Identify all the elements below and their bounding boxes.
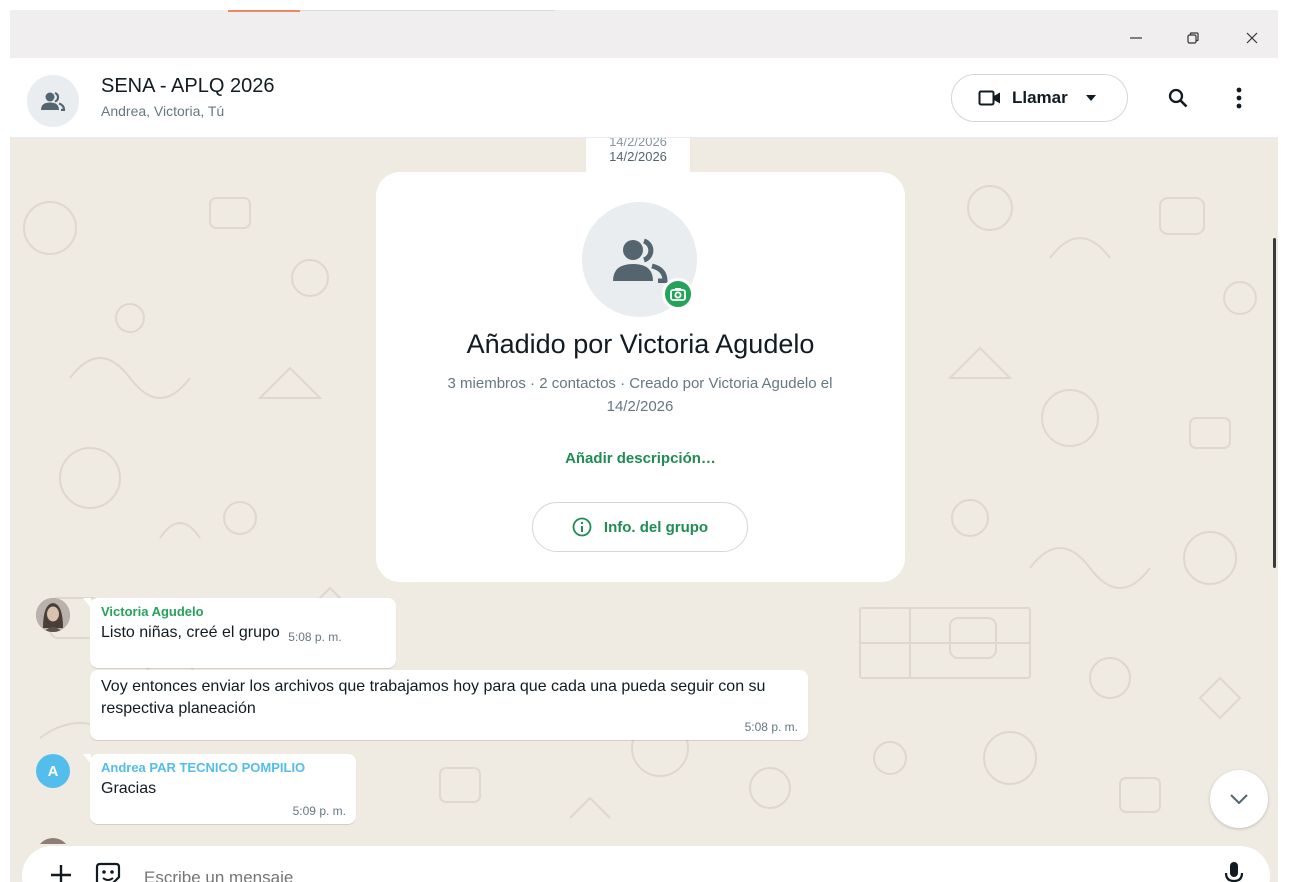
message-sender[interactable]: Victoria Agudelo (101, 604, 386, 619)
tab-strip-line (300, 10, 555, 11)
more-vert-icon (1236, 87, 1242, 109)
change-photo-button[interactable] (662, 278, 694, 310)
group-info-card: Añadido por Victoria Agudelo 3 miembros … (376, 172, 905, 582)
search-icon (1168, 88, 1188, 108)
message-bubble[interactable]: Victoria Agudelo Listo niñas, creé el gr… (83, 598, 396, 668)
add-description-link[interactable]: Añadir descripción… (376, 450, 905, 467)
group-avatar[interactable] (27, 75, 79, 127)
scrollbar[interactable] (1273, 238, 1276, 568)
search-button[interactable] (1160, 80, 1196, 116)
message-time: 5:09 p. m. (292, 804, 346, 818)
close-window-button[interactable] (1232, 18, 1272, 58)
mic-icon[interactable] (1222, 860, 1246, 882)
group-avatar-icon (41, 91, 66, 111)
group-info-button[interactable]: Info. del grupo (532, 502, 748, 552)
chat-title[interactable]: SENA - APLQ 2026 (101, 75, 274, 98)
plus-icon[interactable] (48, 862, 74, 882)
avatar-victoria[interactable] (36, 598, 70, 632)
avatar-letter: A (47, 762, 59, 780)
video-call-icon (978, 90, 1000, 106)
minimize-button[interactable] (1116, 18, 1156, 58)
message-sender[interactable]: Andrea PAR TECNICO POMPILIO (101, 760, 346, 775)
avatar-andrea[interactable]: A (36, 754, 70, 788)
chat-panel[interactable]: 14/2/2026 14/2/2026 Añadido por Victoria… (10, 138, 1278, 844)
call-button-label: Llamar (1012, 88, 1068, 107)
close-icon (1246, 32, 1258, 44)
profile-photo-icon (36, 598, 70, 632)
message-time: 5:08 p. m. (288, 630, 342, 644)
window-titlebar (10, 10, 1278, 58)
sticker-icon[interactable] (95, 862, 121, 882)
group-icon (612, 238, 668, 283)
message-text: Gracias (101, 780, 157, 797)
message-text: Voy entonces enviar los archivos que tra… (101, 678, 766, 717)
date-separator-label: 14/2/2026 (609, 149, 667, 164)
scroll-to-bottom-button[interactable] (1210, 770, 1268, 828)
group-card-meta: 3 miembros · 2 contactos · Creado por Vi… (447, 375, 833, 415)
restore-icon (1187, 32, 1199, 44)
menu-button[interactable] (1221, 80, 1257, 116)
date-separator-previous: 14/2/2026 (609, 138, 667, 148)
group-card-title: Añadido por Victoria Agudelo (466, 329, 815, 359)
camera-icon (670, 288, 686, 301)
message-bubble[interactable]: Andrea PAR TECNICO POMPILIO Gracias 5:09… (83, 754, 356, 824)
call-button[interactable]: Llamar (951, 74, 1128, 122)
chat-header: SENA - APLQ 2026 Andrea, Victoria, Tú Ll… (10, 58, 1278, 138)
group-info-button-label: Info. del grupo (603, 518, 709, 536)
message-text: Listo niñas, creé el grupo (101, 624, 280, 641)
message-composer (22, 846, 1270, 882)
restore-button[interactable] (1173, 18, 1213, 58)
message-time: 5:08 p. m. (744, 720, 798, 734)
active-tab-indicator (228, 10, 300, 12)
message-input[interactable] (144, 868, 1044, 882)
chevron-down-icon (1230, 794, 1248, 804)
chat-participants[interactable]: Andrea, Victoria, Tú (101, 103, 224, 119)
minimize-icon (1130, 37, 1142, 39)
info-icon (572, 517, 592, 537)
chevron-down-icon (1085, 95, 1096, 101)
message-bubble[interactable]: Voy entonces enviar los archivos que tra… (90, 670, 808, 740)
